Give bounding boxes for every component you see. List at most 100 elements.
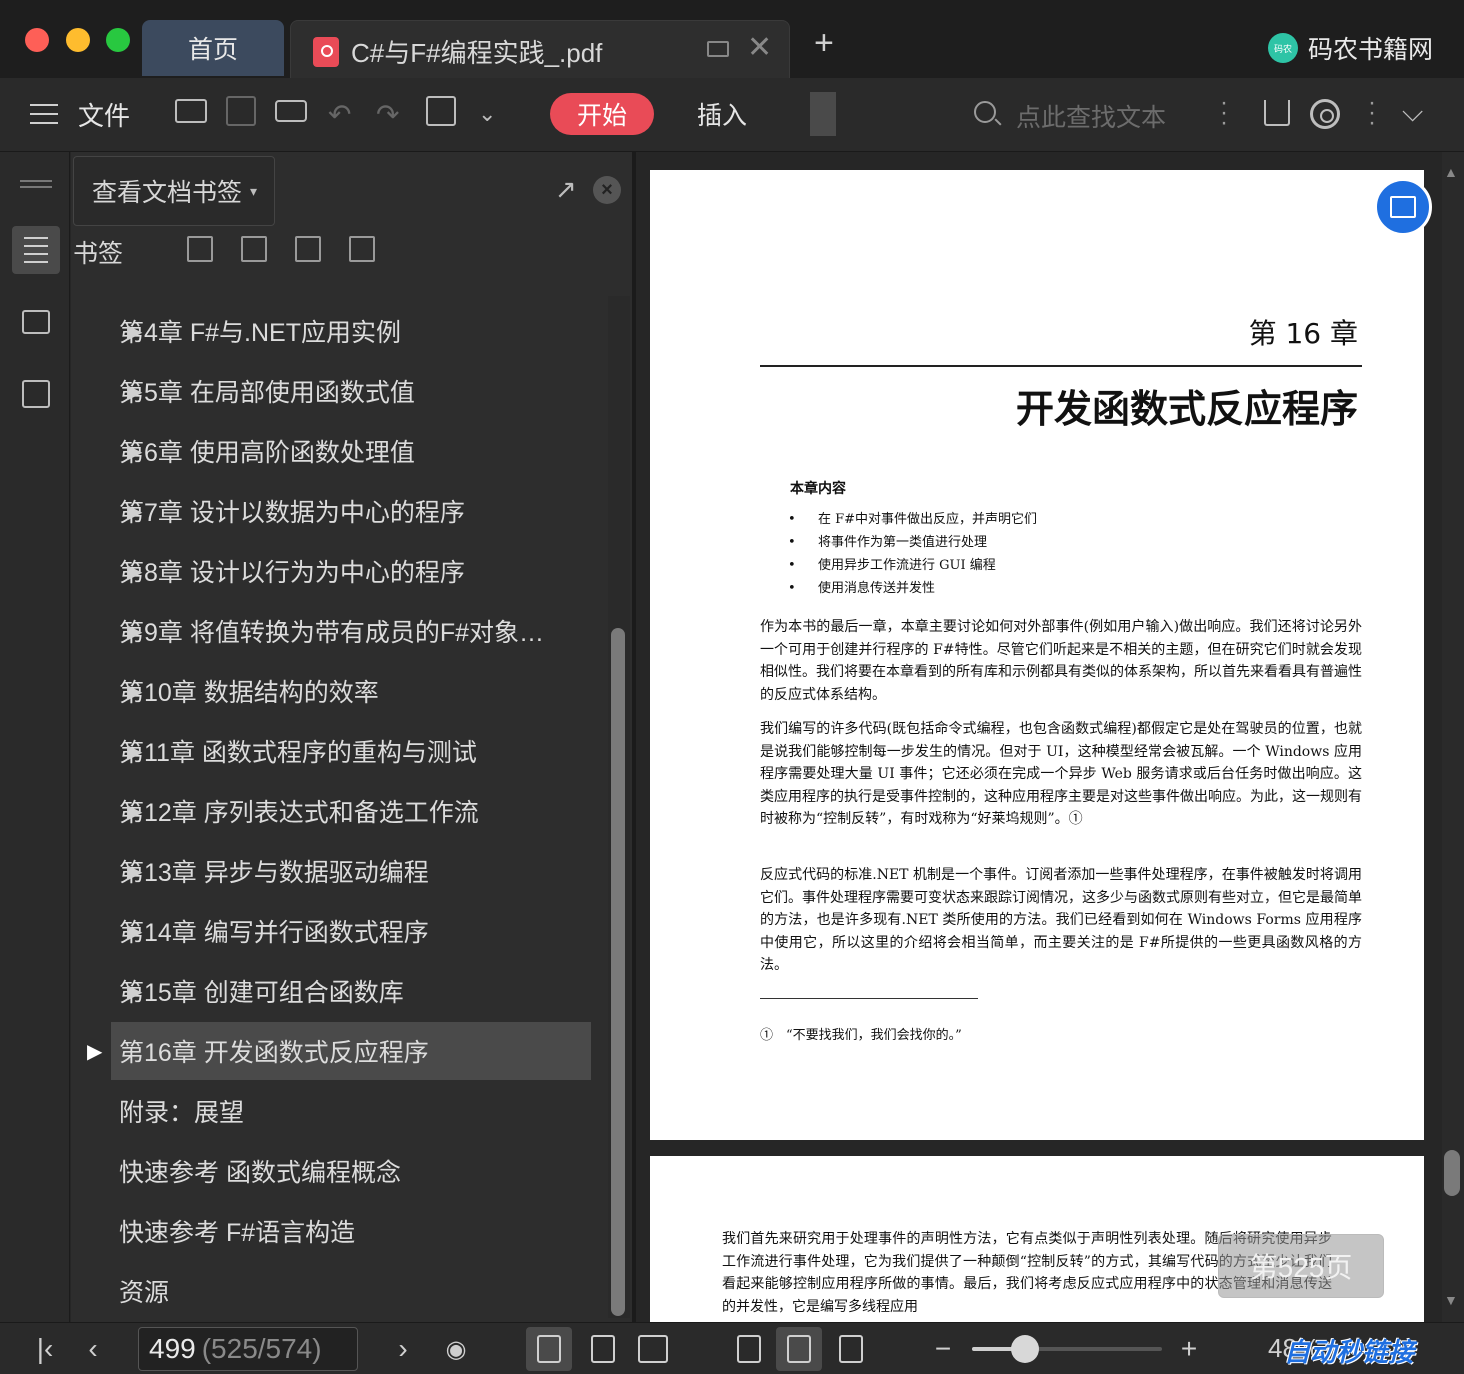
file-menu[interactable]: 文件 (78, 94, 130, 134)
more-options-icon[interactable]: · · · (1368, 91, 1376, 135)
chapter-rule (760, 365, 1362, 367)
bookmark-item[interactable]: 资源 (111, 1262, 591, 1320)
page-number-field[interactable]: 499 (525/574) (138, 1327, 358, 1371)
scroll-down-arrow-icon[interactable]: ▼ (1444, 1292, 1458, 1308)
expand-arrow-icon[interactable]: ▶ (127, 979, 142, 1004)
single-page-icon (591, 1335, 615, 1363)
tab-document[interactable]: C#与F#编程实践_.pdf ✕ (290, 20, 790, 78)
body-paragraph: 作为本书的最后一章，本章主要讨论如何对外部事件(例如用户输入)做出响应。我们还将… (760, 619, 1362, 703)
zoom-slider-knob[interactable] (1011, 1335, 1040, 1363)
bookmark-item[interactable]: ▶ 第11章 函数式程序的重构与测试 (111, 722, 591, 780)
bookmark-item[interactable]: ▶ 第15章 创建可组合函数库 (111, 962, 591, 1020)
expand-arrow-icon[interactable]: ▶ (127, 499, 142, 524)
expand-arrow-icon[interactable]: ▶ (127, 859, 142, 884)
fit-page-button[interactable] (776, 1327, 822, 1371)
view-selector-label: 查看文档书签 (92, 179, 243, 207)
previous-page-icon[interactable]: ‹ (80, 1329, 106, 1369)
scroll-up-arrow-icon[interactable]: ▲ (1444, 164, 1458, 180)
close-tab-icon[interactable]: ✕ (747, 33, 772, 63)
print-icon[interactable] (274, 94, 308, 128)
bookmark-item[interactable]: ▶ 第13章 异步与数据驱动编程 (111, 842, 591, 900)
bookmark-item[interactable]: 附录：展望 (111, 1082, 591, 1140)
expand-arrow-icon[interactable]: ▶ (127, 559, 142, 584)
redo-icon[interactable]: ↷ (376, 94, 399, 134)
close-panel-icon[interactable]: × (593, 176, 621, 204)
add-bookmark-icon[interactable] (295, 236, 321, 262)
monitor-icon[interactable] (707, 41, 729, 57)
bookmark-item[interactable]: ▶ 第12章 序列表达式和备选工作流 (111, 782, 591, 840)
tab-insert[interactable]: 插入 (680, 93, 764, 135)
list-icon (24, 237, 48, 263)
first-page-icon[interactable]: |‹ (30, 1329, 60, 1369)
close-window-button[interactable] (25, 28, 49, 52)
expand-all-icon[interactable] (187, 236, 213, 262)
thumbnails-rail-button[interactable] (12, 298, 60, 346)
bookmark-label: 第12章 序列表达式和备选工作流 (119, 799, 479, 827)
bookmark-item[interactable]: ▶ 第8章 设计以行为为中心的程序 (111, 542, 591, 600)
bookmarks-rail-button[interactable] (12, 226, 60, 274)
document-scroll-thumb[interactable] (1444, 1150, 1460, 1196)
bookmark-label: 附录：展望 (119, 1099, 245, 1127)
expand-arrow-icon[interactable]: ▶ (127, 379, 142, 404)
collapse-all-icon[interactable] (241, 236, 267, 262)
bookmark-item-selected[interactable]: ▶ 第16章 开发函数式反应程序 (87, 1022, 591, 1080)
bookmark-section-label: 书签 (73, 240, 124, 268)
expand-arrow-icon[interactable]: ▶ (87, 1039, 102, 1064)
collapse-chevron-icon[interactable]: ⌵ (1402, 96, 1423, 129)
search-icon[interactable] (974, 101, 996, 123)
continuous-view-button[interactable] (526, 1327, 572, 1371)
bookmark-item[interactable]: ▶ 第14章 编写并行函数式程序 (111, 902, 591, 960)
bookmark-item[interactable]: ▶ 第7章 设计以数据为中心的程序 (111, 482, 591, 540)
document-scrollbar[interactable] (1442, 152, 1464, 1322)
next-page-icon[interactable]: › (390, 1329, 416, 1369)
expand-arrow-icon[interactable]: ▶ (127, 919, 142, 944)
chevron-down-icon[interactable]: ⌄ (478, 94, 496, 134)
zoom-in-icon[interactable]: + (1174, 1329, 1204, 1369)
expand-arrow-icon[interactable]: ▶ (127, 439, 142, 464)
hamburger-menu-icon[interactable] (30, 94, 58, 134)
sign-document-icon[interactable] (424, 94, 458, 128)
search-input[interactable]: 点此查找文本 (1016, 98, 1166, 134)
expand-arrow-icon[interactable]: ▶ (127, 319, 142, 344)
new-tab-button[interactable]: + (814, 26, 834, 60)
minimize-window-button[interactable] (66, 28, 90, 52)
convert-floating-button[interactable] (1374, 178, 1432, 236)
single-page-view-button[interactable] (580, 1327, 626, 1371)
gear-icon[interactable] (1310, 99, 1340, 129)
toolbar-scroll-button[interactable] (810, 92, 836, 136)
more-vertical-icon[interactable]: · · · (1220, 91, 1228, 135)
two-page-view-button[interactable] (630, 1327, 676, 1371)
bookmark-item[interactable]: ▶ 第10章 数据结构的效率 (111, 662, 591, 720)
fit-width-icon (839, 1335, 863, 1363)
image-icon (22, 310, 50, 334)
bookmark-item[interactable]: ▶ 第4章 F#与.NET应用实例 (111, 302, 591, 360)
save-icon[interactable] (224, 94, 258, 128)
zoom-window-button[interactable] (106, 28, 130, 52)
view-selector-dropdown[interactable]: 查看文档书签 ▾ (73, 156, 275, 226)
popout-icon[interactable]: ↗ (555, 174, 577, 205)
expand-arrow-icon[interactable]: ▶ (127, 619, 142, 644)
expand-arrow-icon[interactable]: ▶ (127, 799, 142, 824)
eye-icon[interactable]: ◉ (436, 1329, 476, 1369)
undo-icon[interactable]: ↶ (328, 94, 351, 134)
bookmark-label: 第9章 将值转换为带有成员的F#对象… (119, 619, 545, 647)
tab-home[interactable]: 首页 (142, 20, 284, 76)
open-folder-icon[interactable] (174, 94, 208, 128)
bookmark-item[interactable]: 快速参考 函数式编程概念 (111, 1142, 591, 1200)
fit-width-button[interactable] (828, 1327, 874, 1371)
bookmark-item[interactable]: ▶ 第6章 使用高阶函数处理值 (111, 422, 591, 480)
remove-bookmark-icon[interactable] (349, 236, 375, 262)
expand-arrow-icon[interactable]: ▶ (127, 679, 142, 704)
bookmark-item[interactable]: ▶ 第9章 将值转换为带有成员的F#对象… (111, 602, 591, 660)
expand-arrow-icon[interactable]: ▶ (127, 739, 142, 764)
zoom-out-icon[interactable]: − (928, 1329, 958, 1369)
grip-icon[interactable] (20, 180, 52, 188)
share-icon[interactable] (1264, 100, 1290, 126)
actual-size-button[interactable] (726, 1327, 772, 1371)
tab-start[interactable]: 开始 (550, 93, 654, 135)
bookmark-item[interactable]: 快速参考 F#语言构造 (111, 1202, 591, 1260)
signature-rail-button[interactable] (12, 370, 60, 418)
bookmark-label: 第11章 函数式程序的重构与测试 (119, 739, 477, 767)
bookmark-item[interactable]: ▶ 第5章 在局部使用函数式值 (111, 362, 591, 420)
panel-scroll-thumb[interactable] (611, 628, 625, 1316)
